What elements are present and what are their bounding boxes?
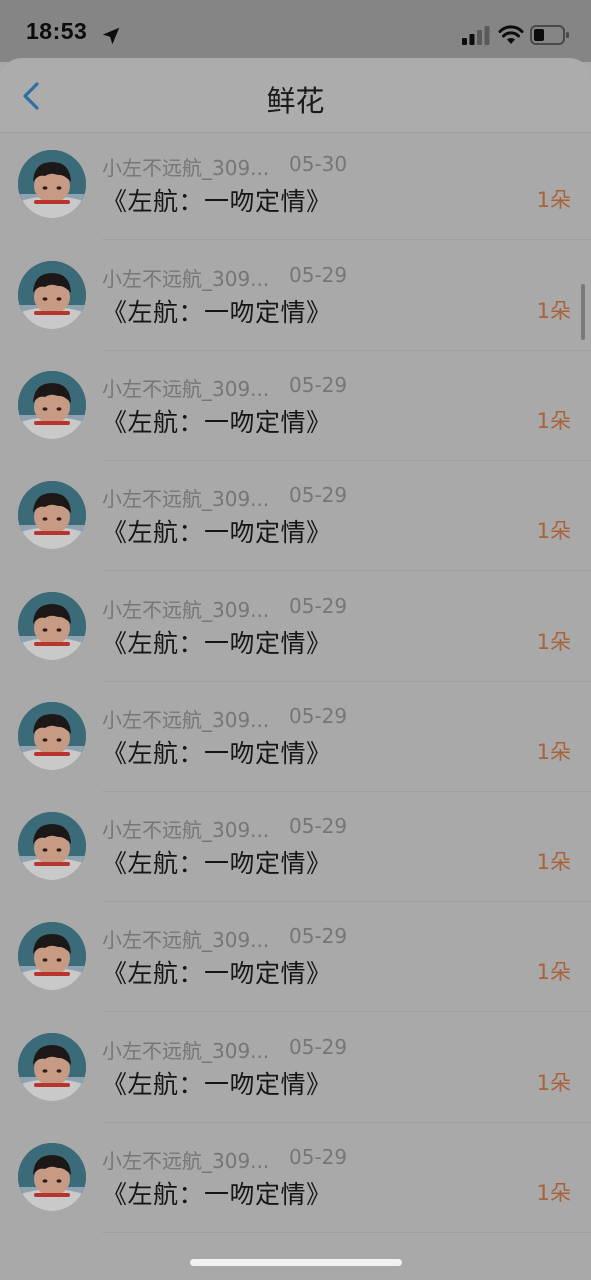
avatar[interactable]	[18, 701, 86, 770]
list-item[interactable]: 小左不远航_309... 05-29 《左航：一吻定情》 1朵	[0, 241, 591, 351]
flower-gift-list[interactable]: 《左航：一吻定情》1朵小左不远航_309...05-30《左航：一吻定情》1朵小…	[0, 68, 591, 1280]
meta-line: 小左不远航_309... 05-29	[102, 483, 372, 512]
avatar[interactable]	[18, 260, 86, 329]
flower-count: 1朵	[536, 629, 571, 654]
meta-line: 小左不远航_309... 05-29	[102, 372, 372, 401]
flower-count: 1朵	[536, 960, 571, 985]
date: 05-29	[289, 262, 348, 287]
gift-name: 《左航：一吻定情》	[102, 849, 332, 879]
gift-name: 《左航：一吻定情》	[102, 187, 332, 217]
date: 05-29	[289, 703, 348, 728]
location-arrow-icon	[102, 27, 120, 45]
nav-bar: 鲜花	[0, 58, 591, 133]
date: 05-29	[289, 483, 348, 508]
list-item[interactable]: 小左不远航_309... 05-29 《左航：一吻定情》 1朵	[0, 572, 591, 682]
divider	[102, 1232, 591, 1233]
page-title: 鲜花	[266, 84, 325, 118]
date: 05-29	[289, 372, 348, 397]
meta-line: 小左不远航_309... 05-29	[102, 1145, 372, 1173]
meta-line: 小左不远航_309... 05-29	[102, 1034, 372, 1063]
flower-count: 1朵	[536, 408, 571, 433]
flower-count: 1朵	[536, 519, 571, 544]
date: 05-29	[289, 593, 348, 618]
meta-line: 小左不远航_309... 05-29	[102, 262, 372, 291]
username: 小左不远航_309...	[102, 156, 270, 181]
username: 小左不远航_309...	[102, 818, 270, 843]
avatar[interactable]	[18, 591, 86, 660]
username: 小左不远航_309...	[102, 707, 270, 732]
avatar[interactable]	[18, 481, 86, 550]
meta-line: 小左不远航_309... 05-29	[102, 703, 372, 732]
meta-line: 小左不远航_309... 05-29	[102, 814, 372, 843]
status-bar: 18:53	[0, 0, 591, 62]
gift-name: 《左航：一吻定情》	[102, 1180, 332, 1209]
date: 05-29	[289, 814, 348, 839]
gift-name: 《左航：一吻定情》	[102, 628, 332, 658]
avatar[interactable]	[18, 1143, 86, 1211]
meta-line: 小左不远航_309... 05-30	[102, 152, 372, 181]
flower-count: 1朵	[536, 1181, 571, 1205]
username: 小左不远航_309...	[102, 1038, 270, 1063]
avatar[interactable]	[18, 370, 86, 439]
date: 05-29	[289, 1034, 348, 1059]
meta-line: 小左不远航_309... 05-29	[102, 593, 372, 622]
flower-count: 1朵	[536, 188, 571, 213]
username: 小左不远航_309...	[102, 487, 270, 512]
username: 小左不远航_309...	[102, 928, 270, 953]
username: 小左不远航_309...	[102, 597, 270, 622]
cellular-signal-icon	[462, 26, 490, 45]
avatar[interactable]	[18, 812, 86, 881]
list-item[interactable]: 小左不远航_309... 05-29 《左航：一吻定情》 1朵	[0, 1123, 591, 1233]
username: 小左不远航_309...	[102, 376, 270, 401]
avatar[interactable]	[18, 150, 86, 219]
list-item[interactable]: 小左不远航_309... 05-29 《左航：一吻定情》 1朵	[0, 1013, 591, 1123]
list-item[interactable]: 小左不远航_309... 05-29 《左航：一吻定情》 1朵	[0, 682, 591, 792]
gift-name: 《左航：一吻定情》	[102, 297, 332, 327]
list-item[interactable]: 小左不远航_309... 05-29 《左航：一吻定情》 1朵	[0, 792, 591, 903]
home-indicator[interactable]	[190, 1259, 402, 1266]
date: 05-29	[289, 924, 348, 949]
status-time: 18:53	[26, 18, 88, 44]
battery-icon	[530, 25, 569, 45]
list-item[interactable]: 小左不远航_309... 05-29 《左航：一吻定情》 1朵	[0, 461, 591, 572]
avatar[interactable]	[18, 1032, 86, 1101]
username: 小左不远航_309...	[102, 266, 270, 291]
avatar[interactable]	[18, 922, 86, 991]
gift-name: 《左航：一吻定情》	[102, 959, 332, 989]
username: 小左不远航_309...	[102, 1149, 270, 1173]
flower-count: 1朵	[536, 850, 571, 875]
list-item[interactable]: 小左不远航_309... 05-29 《左航：一吻定情》 1朵	[0, 902, 591, 1013]
list-item[interactable]: 小左不远航_309... 05-29 《左航：一吻定情》 1朵	[0, 351, 591, 461]
flower-count: 1朵	[536, 298, 571, 323]
meta-line: 小左不远航_309... 05-29	[102, 924, 372, 953]
scrollbar[interactable]	[581, 284, 585, 340]
gift-name: 《左航：一吻定情》	[102, 518, 332, 548]
flower-count: 1朵	[536, 1070, 571, 1095]
date: 05-30	[289, 152, 348, 177]
flower-count: 1朵	[536, 739, 571, 764]
date: 05-29	[289, 1145, 348, 1169]
gift-name: 《左航：一吻定情》	[102, 1069, 332, 1099]
gift-name: 《左航：一吻定情》	[102, 738, 332, 768]
gift-name: 《左航：一吻定情》	[102, 407, 332, 437]
wifi-icon	[498, 25, 524, 44]
list-item[interactable]: 小左不远航_309... 05-30 《左航：一吻定情》 1朵	[0, 130, 591, 241]
